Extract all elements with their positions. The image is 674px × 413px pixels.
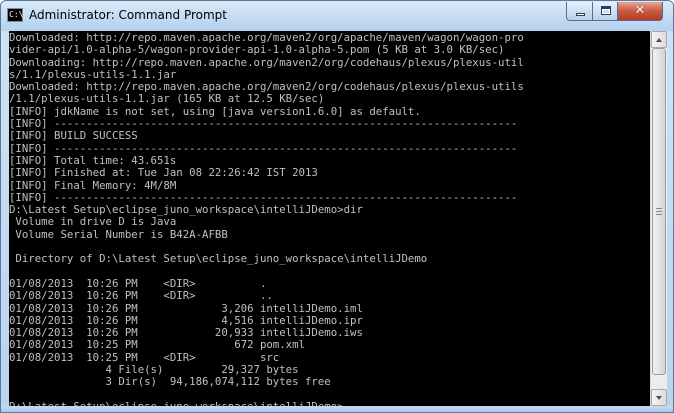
maximize-button[interactable] — [592, 2, 618, 21]
console-line: [INFO] ---------------------------------… — [9, 118, 518, 131]
vertical-scrollbar[interactable] — [650, 31, 667, 406]
close-icon: ✕ — [634, 3, 646, 18]
console-line: 01/08/2013 10:25 PM 672 pom.xml — [9, 339, 305, 352]
grip-line — [656, 208, 662, 209]
scroll-down-button[interactable] — [651, 389, 667, 406]
console-line: [INFO] BUILD SUCCESS — [9, 130, 138, 143]
console-line: Downloaded: http://repo.maven.apache.org… — [9, 32, 524, 44]
console-line: [INFO] Total time: 43.651s — [9, 154, 177, 167]
console-line: Volume Serial Number is B42A-AFBB — [9, 228, 228, 241]
minimize-icon — [576, 13, 585, 16]
console-line: 01/08/2013 10:26 PM <DIR> .. — [9, 290, 273, 303]
console-line: 3 Dir(s) 94,186,074,112 bytes free — [9, 376, 331, 389]
console-line: Directory of D:\Latest Setup\eclipse_jun… — [9, 253, 428, 266]
scroll-up-button[interactable] — [651, 31, 667, 48]
console-line: [INFO] ---------------------------------… — [9, 191, 518, 204]
grip-line — [656, 214, 662, 215]
console-line: [INFO] Finished at: Tue Jan 08 22:26:42 … — [9, 167, 318, 180]
console-line: [INFO] jdkName is not set, using [java v… — [9, 105, 421, 118]
console-line: 01/08/2013 10:26 PM 20,933 intelliJDemo.… — [9, 327, 363, 340]
console-line: 01/08/2013 10:26 PM 3,206 intelliJDemo.i… — [9, 302, 363, 315]
console-line: Downloaded: http://repo.maven.apache.org… — [9, 81, 524, 94]
grip-line — [656, 211, 662, 212]
window-bottom-border — [1, 406, 673, 412]
maximize-icon — [601, 6, 611, 15]
console-line: Downloading: http://repo.maven.apache.or… — [9, 56, 524, 69]
console-line: 01/08/2013 10:26 PM 4,516 intelliJDemo.i… — [9, 314, 363, 327]
console-text: Downloaded: http://repo.maven.apache.org… — [9, 32, 650, 406]
close-button[interactable]: ✕ — [617, 2, 663, 21]
scroll-thumb[interactable] — [652, 48, 666, 375]
console-line: Volume in drive D is Java — [9, 216, 177, 229]
command-prompt-window: C:\ Administrator: Command Prompt ✕ Down… — [0, 0, 674, 413]
window-title: Administrator: Command Prompt — [29, 8, 227, 22]
arrow-down-icon — [656, 396, 662, 400]
console-line: s/1.1/plexus-utils-1.1.jar — [9, 68, 177, 81]
console-line: /1.1/plexus-utils-1.1.jar (165 KB at 12.… — [9, 93, 325, 106]
console-output[interactable]: Downloaded: http://repo.maven.apache.org… — [9, 31, 650, 406]
console-line: 01/08/2013 10:25 PM <DIR> src — [9, 351, 280, 364]
console-line: [INFO] ---------------------------------… — [9, 142, 518, 155]
console-line: vider-api/1.0-alpha-5/wagon-provider-api… — [9, 44, 505, 57]
console-line: [INFO] Final Memory: 4M/8M — [9, 179, 177, 192]
console-line: 4 File(s) 29,327 bytes — [9, 364, 299, 377]
minimize-button[interactable] — [566, 2, 593, 21]
title-bar[interactable]: C:\ Administrator: Command Prompt ✕ — [1, 1, 673, 31]
console-line: D:\Latest Setup\eclipse_juno_workspace\i… — [9, 204, 363, 217]
cmd-icon[interactable]: C:\ — [7, 8, 23, 22]
arrow-up-icon — [656, 38, 662, 42]
console-line: 01/08/2013 10:26 PM <DIR> . — [9, 277, 267, 290]
